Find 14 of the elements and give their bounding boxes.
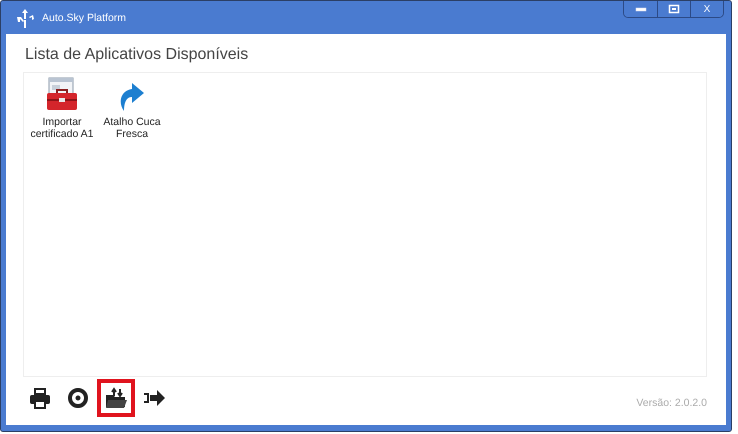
toolbox-icon xyxy=(44,77,80,113)
app-shortcut[interactable]: Importar certificado A1 xyxy=(30,77,94,140)
window-title: Auto.Sky Platform xyxy=(42,12,126,24)
minimize-icon xyxy=(634,5,646,13)
logo-icon xyxy=(14,6,36,28)
maximize-icon xyxy=(668,4,680,14)
folder-button[interactable] xyxy=(97,379,135,417)
folder-icon xyxy=(105,387,127,409)
section-heading: Lista de Aplicativos Disponíveis xyxy=(25,46,250,64)
exit-icon xyxy=(143,387,165,409)
close-button[interactable]: X xyxy=(690,1,723,17)
app-shortcut[interactable]: Atalho Cuca Fresca xyxy=(100,77,164,140)
version-label: Versão: 2.0.2.0 xyxy=(636,397,707,409)
printer-icon xyxy=(29,387,51,409)
